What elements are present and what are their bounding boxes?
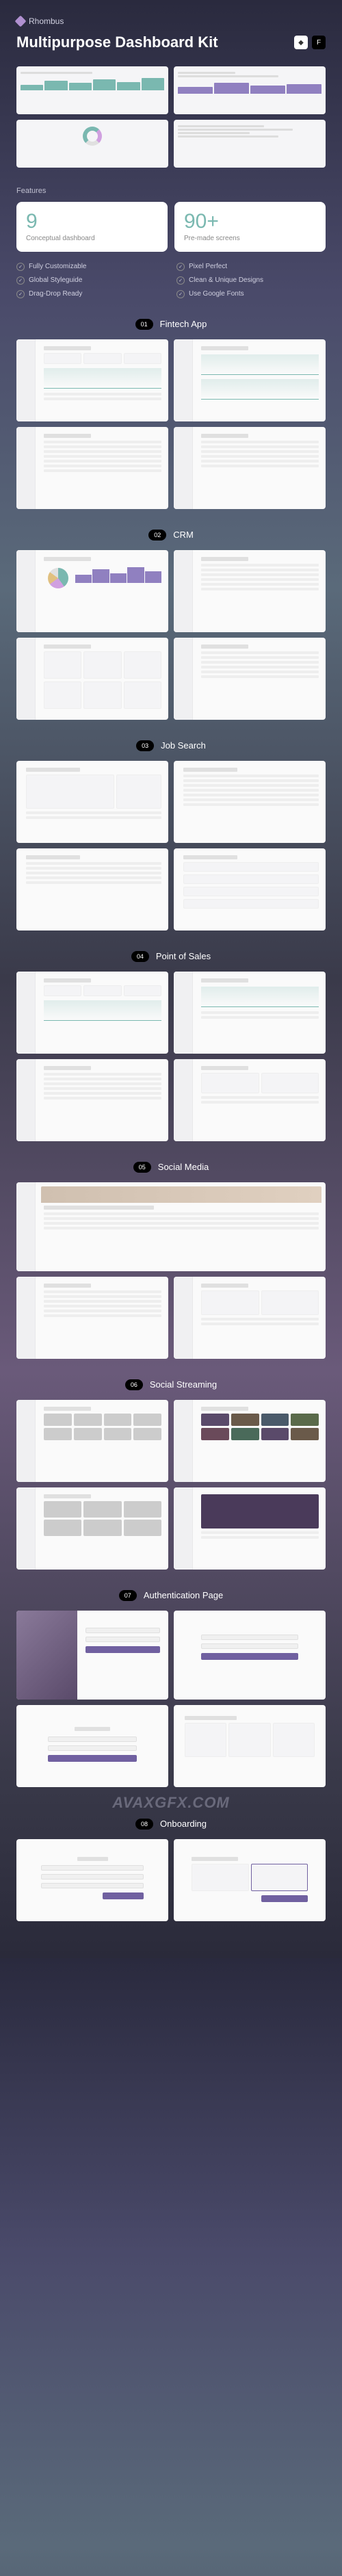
check-icon: ✓ [16,276,25,285]
stat-number: 9 [26,211,158,232]
section-title: Authentication Page [144,1590,223,1600]
stat-number: 90+ [184,211,316,232]
section-title: Job Search [161,740,206,751]
screenshot-thumb [174,1611,326,1700]
section-number: 05 [133,1162,151,1173]
check-icon: ✓ [176,290,185,298]
stat-cards: 9 Conceptual dashboard 90+ Pre-made scre… [16,202,326,252]
section-onboarding: 08 Onboarding [16,1819,326,1921]
watermark: AVAXGFX.COM [16,1794,326,1812]
stat-label: Conceptual dashboard [26,235,158,242]
stat-label: Pre-made screens [184,235,316,242]
screenshot-thumb [174,638,326,720]
screenshot-thumb [174,550,326,632]
section-streaming: 06 Social Streaming [16,1379,326,1570]
section-number: 08 [135,1819,153,1830]
screenshot-thumb [16,1487,168,1570]
section-auth: 07 Authentication Page [16,1590,326,1787]
screenshot-thumb [16,1400,168,1482]
page-title: Multipurpose Dashboard Kit [16,33,286,53]
screenshot-thumb [174,761,326,843]
section-number: 07 [119,1590,137,1601]
section-title: Social Media [158,1162,209,1172]
section-pos: 04 Point of Sales [16,951,326,1141]
stat-card: 9 Conceptual dashboard [16,202,168,252]
feature-item: ✓Fully Customizable [16,263,166,271]
section-number: 02 [148,530,166,541]
screenshot-thumb [16,1059,168,1141]
format-badges: ◆ F [294,36,326,49]
brand-icon [15,16,27,27]
screenshot-thumb [16,1611,168,1700]
screenshot-thumb [16,427,168,509]
screenshot-thumb [174,339,326,421]
header: Rhombus Multipurpose Dashboard Kit ◆ F [16,16,326,53]
screenshot-thumb [16,1277,168,1359]
sketch-badge: ◆ [294,36,308,49]
stat-card: 90+ Pre-made screens [174,202,326,252]
section-title: CRM [173,530,194,540]
screenshot-thumb [174,1487,326,1570]
preview-thumb [174,120,326,168]
check-icon: ✓ [16,263,25,271]
section-jobsearch: 03 Job Search [16,740,326,931]
section-crm: 02 CRM [16,530,326,720]
check-icon: ✓ [176,263,185,271]
feature-item: ✓Clean & Unique Designs [176,276,326,285]
screenshot-thumb [16,848,168,931]
section-number: 03 [136,740,154,751]
screenshot-thumb [174,1705,326,1787]
figma-badge: F [312,36,326,49]
screenshot-thumb [16,972,168,1054]
feature-item: ✓Use Google Fonts [176,290,326,298]
brand-name: Rhombus [29,16,64,26]
screenshot-thumb [174,1059,326,1141]
section-title: Onboarding [160,1819,207,1829]
check-icon: ✓ [16,290,25,298]
check-icon: ✓ [176,276,185,285]
section-number: 04 [131,951,149,962]
screenshot-thumb [16,339,168,421]
feature-item: ✓Global Styleguide [16,276,166,285]
screenshot-thumb [16,1705,168,1787]
screenshot-thumb [16,638,168,720]
feature-item: ✓Pixel Perfect [176,263,326,271]
hero-preview-grid [16,66,326,168]
feature-list: ✓Fully Customizable ✓Pixel Perfect ✓Glob… [16,263,326,298]
preview-thumb [16,120,168,168]
section-title: Social Streaming [150,1379,217,1390]
screenshot-thumb [16,1839,168,1921]
screenshot-thumb [174,1839,326,1921]
screenshot-thumb [174,1277,326,1359]
section-number: 01 [135,319,153,330]
section-title: Fintech App [160,319,207,329]
section-title: Point of Sales [156,951,211,961]
screenshot-thumb [16,550,168,632]
section-number: 06 [125,1379,143,1390]
screenshot-thumb [16,761,168,843]
features-label: Features [16,187,326,195]
screenshot-thumb [174,1400,326,1482]
screenshot-thumb [174,848,326,931]
section-fintech: 01 Fintech App [16,319,326,509]
screenshot-thumb [174,972,326,1054]
section-socialmedia: 05 Social Media [16,1162,326,1359]
feature-item: ✓Drag-Drop Ready [16,290,166,298]
preview-thumb [174,66,326,114]
preview-thumb [16,66,168,114]
brand: Rhombus [16,16,326,26]
screenshot-thumb [16,1182,326,1271]
screenshot-thumb [174,427,326,509]
